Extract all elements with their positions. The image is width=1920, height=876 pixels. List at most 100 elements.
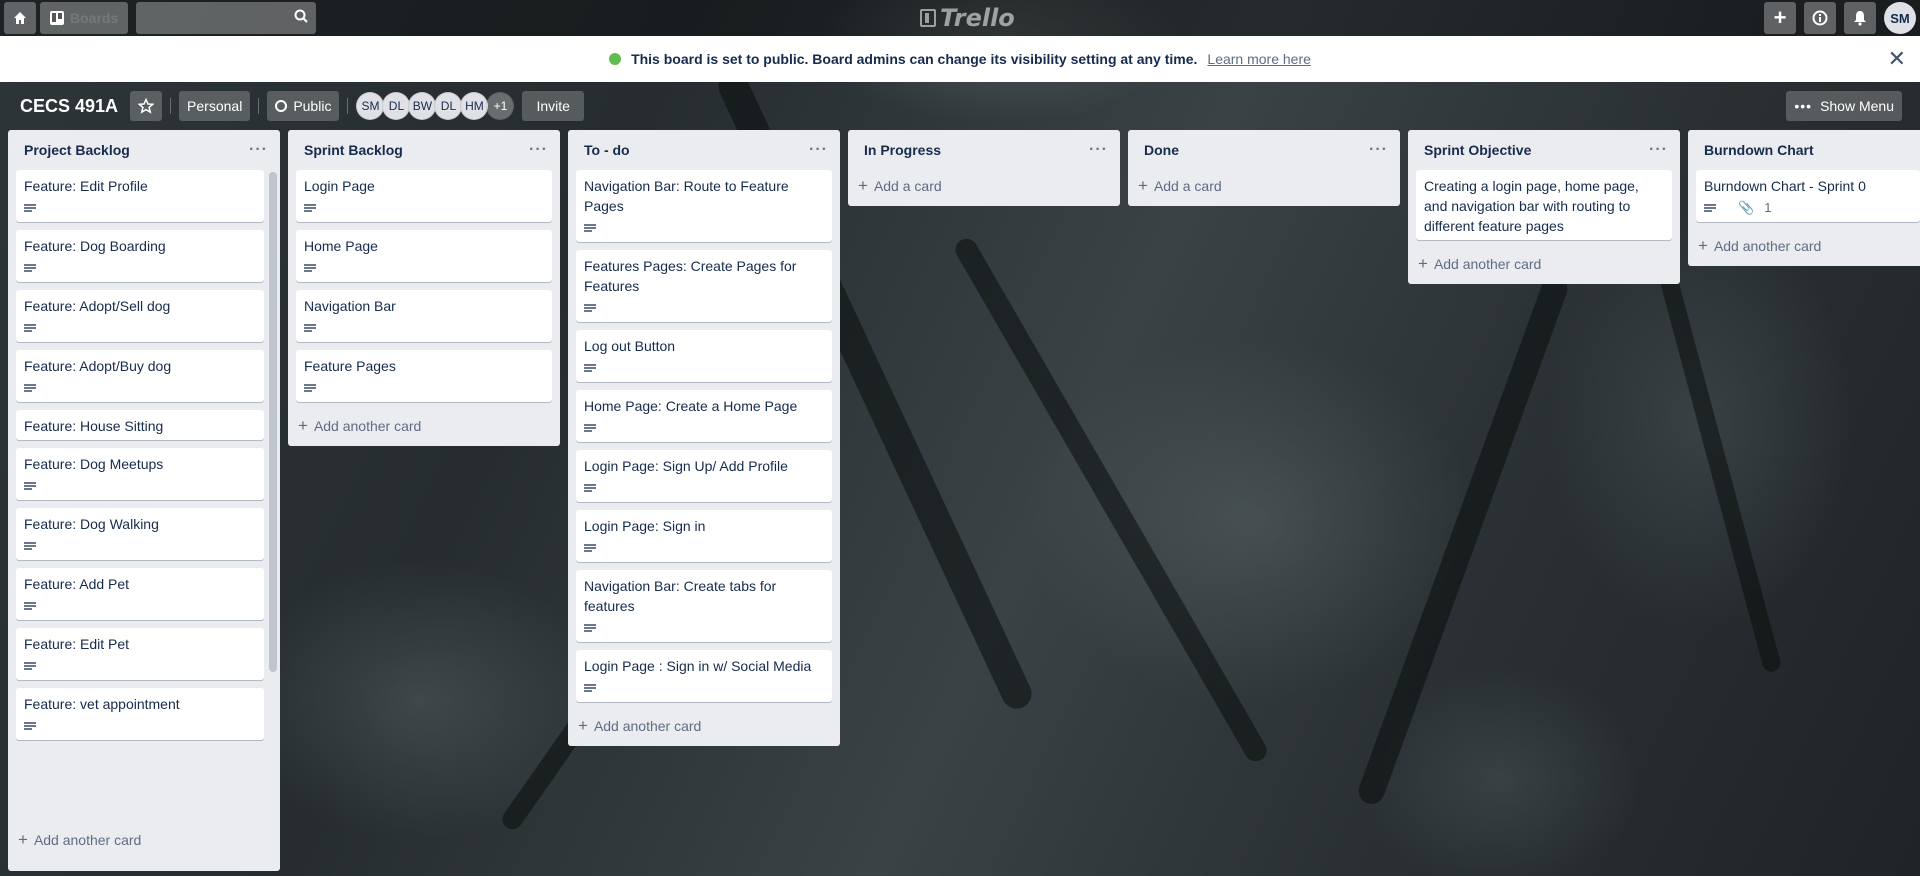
list-menu-icon[interactable]: ···: [1369, 141, 1388, 159]
card[interactable]: Creating a login page, home page, and na…: [1416, 170, 1672, 240]
list-header[interactable]: Done ···: [1128, 130, 1400, 170]
list-title[interactable]: Burndown Chart: [1704, 142, 1814, 158]
description-icon: [24, 263, 36, 273]
card-badges: [584, 298, 824, 318]
card[interactable]: Feature: Edit Pet: [16, 628, 264, 680]
add-card-button[interactable]: + Add a card: [848, 170, 1120, 202]
notifications-button[interactable]: [1844, 2, 1876, 34]
invite-button[interactable]: Invite: [522, 91, 584, 121]
list-header[interactable]: Sprint Backlog ···: [288, 130, 560, 170]
show-menu-button[interactable]: ••• Show Menu: [1786, 91, 1902, 121]
list-header[interactable]: Sprint Objective ···: [1408, 130, 1680, 170]
card-title: Home Page: Create a Home Page: [584, 398, 798, 414]
learn-more-link[interactable]: Learn more here: [1207, 51, 1311, 67]
list-menu-icon[interactable]: ···: [809, 141, 828, 159]
boards-button[interactable]: Boards: [40, 2, 129, 34]
visibility-banner: This board is set to public. Board admin…: [0, 36, 1920, 82]
card[interactable]: Feature: Edit Profile: [16, 170, 264, 222]
card[interactable]: Navigation Bar: Create tabs for features: [576, 570, 832, 642]
member-avatar[interactable]: DL: [382, 92, 411, 120]
card-title: Login Page: Sign in: [584, 518, 706, 534]
add-card-button[interactable]: + Add another card: [568, 710, 840, 742]
boards-label: Boards: [70, 10, 119, 26]
user-avatar[interactable]: SM: [1884, 2, 1916, 34]
add-card-label: Add another card: [1433, 256, 1542, 272]
list-menu-icon[interactable]: ···: [1649, 141, 1668, 159]
card-badges: [304, 378, 544, 398]
close-icon[interactable]: ✕: [1888, 46, 1906, 72]
list-menu-icon[interactable]: ···: [1089, 141, 1108, 159]
list-title[interactable]: In Progress: [864, 142, 941, 158]
info-button[interactable]: [1804, 2, 1836, 34]
description-icon: [24, 203, 36, 213]
list-header[interactable]: In Progress ···: [848, 130, 1120, 170]
card[interactable]: Login Page : Sign in w/ Social Media: [576, 650, 832, 702]
star-button[interactable]: [130, 91, 163, 121]
home-button[interactable]: [4, 2, 36, 34]
scrollbar[interactable]: [269, 172, 277, 672]
list-header[interactable]: Burndown Chart: [1688, 130, 1920, 170]
card[interactable]: Feature: Dog Walking: [16, 508, 264, 560]
add-card-button[interactable]: + Add another card: [8, 824, 280, 856]
card[interactable]: Home Page: [296, 230, 552, 282]
list-header[interactable]: To - do ···: [568, 130, 840, 170]
card[interactable]: Navigation Bar: [296, 290, 552, 342]
card[interactable]: Feature: Adopt/Sell dog: [16, 290, 264, 342]
card[interactable]: Features Pages: Create Pages for Feature…: [576, 250, 832, 322]
attachment-icon: 📎: [1738, 200, 1755, 215]
description-icon: [24, 541, 36, 551]
card[interactable]: Feature Pages: [296, 350, 552, 402]
team-button[interactable]: Personal: [179, 91, 251, 121]
list-header[interactable]: Project Backlog ···: [8, 130, 280, 170]
list-title[interactable]: To - do: [584, 142, 630, 158]
card[interactable]: Feature: vet appointment: [16, 688, 264, 740]
list-menu-icon[interactable]: ···: [249, 141, 268, 159]
card[interactable]: Login Page: Sign Up/ Add Profile: [576, 450, 832, 502]
card[interactable]: Feature: Dog Boarding: [16, 230, 264, 282]
card-list: Burndown Chart - Sprint 0 📎 1: [1688, 170, 1920, 222]
list-title[interactable]: Sprint Backlog: [304, 142, 403, 158]
card-badges: [584, 678, 824, 698]
card-badges: 📎 1: [1704, 198, 1912, 218]
card[interactable]: Log out Button: [576, 330, 832, 382]
card[interactable]: Feature: Adopt/Buy dog: [16, 350, 264, 402]
member-avatar[interactable]: SM: [356, 92, 385, 120]
card[interactable]: Login Page: Sign in: [576, 510, 832, 562]
star-icon: [138, 98, 155, 114]
member-avatar[interactable]: DL: [434, 92, 463, 120]
list-title[interactable]: Sprint Objective: [1424, 142, 1531, 158]
plus-icon: +: [18, 830, 28, 849]
card[interactable]: Login Page: [296, 170, 552, 222]
plus-icon: +: [578, 716, 588, 735]
banner-message: This board is set to public. Board admin…: [631, 51, 1198, 67]
visibility-button[interactable]: Public: [267, 91, 340, 121]
more-members-badge[interactable]: +1: [486, 92, 515, 120]
list-sprint-backlog: Sprint Backlog ··· Login Page Home Page …: [288, 130, 560, 446]
add-card-button[interactable]: + Add a card: [1128, 170, 1400, 202]
list-title[interactable]: Project Backlog: [24, 142, 130, 158]
add-card-button[interactable]: + Add another card: [1408, 248, 1680, 280]
trello-logo[interactable]: Trello: [920, 4, 1015, 32]
card[interactable]: Feature: House Sitting: [16, 410, 264, 440]
card-title: Burndown Chart - Sprint 0: [1704, 178, 1866, 194]
plus-icon: +: [1138, 176, 1148, 195]
member-avatar[interactable]: BW: [408, 92, 437, 120]
card[interactable]: Feature: Dog Meetups: [16, 448, 264, 500]
card-badges: [24, 656, 256, 676]
description-icon: [304, 203, 316, 213]
search-box[interactable]: [136, 2, 317, 34]
list-menu-icon[interactable]: ···: [529, 141, 548, 159]
card[interactable]: Feature: Add Pet: [16, 568, 264, 620]
plus-icon: +: [1698, 236, 1708, 255]
create-button[interactable]: +: [1764, 2, 1796, 34]
add-card-button[interactable]: + Add another card: [1688, 230, 1920, 262]
search-input[interactable]: [136, 2, 317, 34]
card[interactable]: Burndown Chart - Sprint 0 📎 1: [1696, 170, 1920, 222]
member-avatar[interactable]: HM: [460, 92, 489, 120]
board-title[interactable]: CECS 491A: [12, 96, 126, 117]
card[interactable]: Navigation Bar: Route to Feature Pages: [576, 170, 832, 242]
description-icon: [584, 423, 596, 433]
add-card-button[interactable]: + Add another card: [288, 410, 560, 442]
card[interactable]: Home Page: Create a Home Page: [576, 390, 832, 442]
list-title[interactable]: Done: [1144, 142, 1179, 158]
